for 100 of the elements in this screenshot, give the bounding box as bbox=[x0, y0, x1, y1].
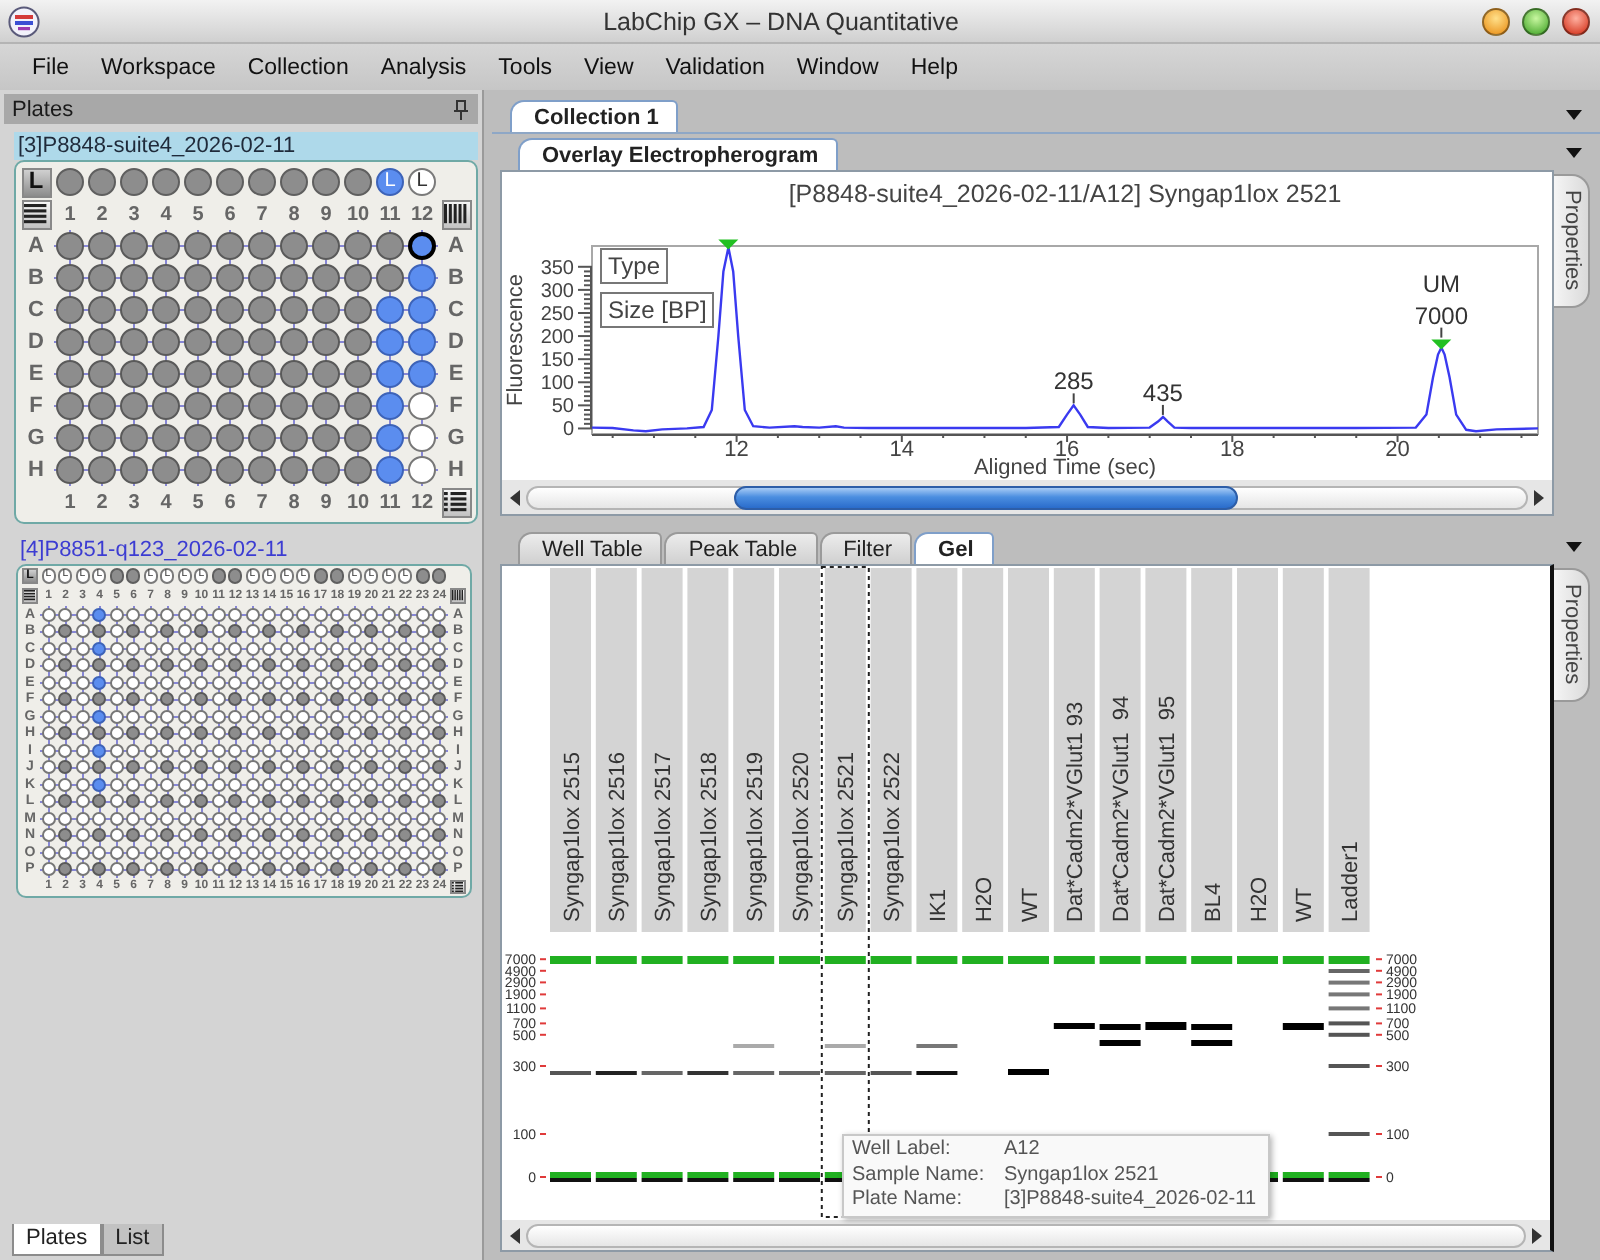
app-icon[interactable] bbox=[8, 5, 40, 37]
caret-icon[interactable] bbox=[1566, 542, 1582, 552]
tab[interactable]: Filter bbox=[819, 532, 913, 564]
lane-header[interactable]: Syngap1lox 2521 bbox=[824, 568, 866, 932]
tick-label: 250 bbox=[540, 304, 574, 326]
tab[interactable]: Overlay Electropherogram bbox=[518, 138, 839, 170]
left-arrow-icon[interactable] bbox=[510, 1227, 520, 1243]
tab[interactable]: Collection 1 bbox=[510, 100, 679, 132]
plate-title[interactable]: [4]P8851-q123_2026-02-11 bbox=[16, 536, 478, 564]
marker-band bbox=[870, 956, 912, 964]
marker-band bbox=[1053, 956, 1095, 964]
row-order-button[interactable] bbox=[22, 588, 38, 604]
column-marker[interactable] bbox=[313, 568, 328, 584]
lane-header[interactable]: Syngap1lox 2515 bbox=[550, 568, 591, 932]
list-view-button[interactable] bbox=[450, 879, 466, 894]
column-marker[interactable] bbox=[152, 168, 180, 196]
axis-title: Fluorescence bbox=[504, 273, 528, 407]
marker-band bbox=[916, 956, 958, 964]
plate-title[interactable]: [3]P8848-suite4_2026-02-11 bbox=[14, 132, 478, 160]
left-arrow-icon[interactable] bbox=[510, 489, 520, 505]
lane-header[interactable]: Syngap1lox 2518 bbox=[687, 568, 729, 932]
lane-header[interactable]: Syngap1lox 2517 bbox=[641, 568, 683, 932]
menu-item[interactable]: Workspace bbox=[85, 51, 232, 83]
lane-header[interactable]: WT bbox=[1008, 568, 1049, 932]
tab[interactable]: List bbox=[101, 1224, 164, 1256]
column-marker[interactable] bbox=[120, 168, 148, 196]
ladder-button[interactable]: L bbox=[21, 167, 51, 197]
menu-item[interactable]: Collection bbox=[231, 51, 365, 83]
lane-header[interactable]: Syngap1lox 2519 bbox=[733, 568, 775, 932]
column-marker[interactable] bbox=[56, 168, 84, 196]
menu-item[interactable]: Tools bbox=[482, 51, 569, 83]
legend-box: Size [BP] bbox=[600, 292, 715, 328]
close-button[interactable] bbox=[1562, 7, 1590, 35]
caret-icon[interactable] bbox=[1566, 148, 1582, 158]
row-label: D bbox=[26, 328, 46, 358]
lane-header[interactable]: BL4 bbox=[1191, 568, 1233, 932]
column-marker[interactable] bbox=[248, 168, 276, 196]
marker-band bbox=[1145, 956, 1187, 964]
lane-header[interactable]: H2O bbox=[962, 568, 1004, 932]
lane-header[interactable]: Dat*Cadm2*VGlut1 94 bbox=[1099, 568, 1141, 932]
tab[interactable]: Plates bbox=[12, 1224, 102, 1256]
tick-label: 200 bbox=[540, 327, 574, 350]
menu-item[interactable]: Validation bbox=[649, 51, 781, 83]
caret-icon[interactable] bbox=[1566, 110, 1582, 120]
minimize-button[interactable] bbox=[1482, 7, 1510, 35]
marker-band bbox=[1099, 956, 1141, 964]
list-view-button[interactable] bbox=[441, 487, 471, 517]
menu-item[interactable]: Window bbox=[780, 51, 895, 83]
pin-icon[interactable] bbox=[454, 99, 468, 119]
column-marker[interactable] bbox=[432, 568, 447, 584]
menu-item[interactable]: Analysis bbox=[364, 51, 483, 83]
column-label: 6 bbox=[222, 201, 238, 229]
menu-item[interactable]: Help bbox=[894, 51, 974, 83]
column-marker[interactable] bbox=[344, 168, 372, 196]
scroll-thumb[interactable] bbox=[734, 485, 1238, 509]
column-order-button[interactable] bbox=[441, 199, 471, 229]
lane-header[interactable]: IK1 bbox=[916, 568, 958, 932]
row-label: F bbox=[27, 392, 45, 422]
tab[interactable]: Gel bbox=[914, 532, 994, 564]
column-marker[interactable] bbox=[216, 168, 244, 196]
tick-label: 350 bbox=[540, 257, 574, 280]
column-marker[interactable] bbox=[184, 168, 212, 196]
lane-header[interactable]: Dat*Cadm2*VGlut1 95 bbox=[1145, 568, 1187, 932]
lane-header[interactable]: WT bbox=[1282, 568, 1324, 932]
column-marker[interactable] bbox=[312, 168, 340, 196]
column-marker[interactable] bbox=[88, 168, 116, 196]
tab[interactable]: Peak Table bbox=[664, 532, 818, 564]
marker-band bbox=[1282, 1172, 1324, 1182]
lane-header[interactable]: H2O bbox=[1237, 568, 1278, 932]
column-marker[interactable] bbox=[126, 568, 141, 584]
marker-band bbox=[1008, 956, 1049, 964]
column-marker[interactable]: L bbox=[408, 168, 436, 196]
tab[interactable]: Well Table bbox=[518, 532, 663, 564]
column-marker[interactable] bbox=[211, 568, 226, 584]
marker-band bbox=[1328, 956, 1370, 964]
gel-band bbox=[1099, 1024, 1141, 1030]
row-order-button[interactable] bbox=[21, 199, 51, 229]
tooltip-value: A12 bbox=[1004, 1138, 1042, 1163]
properties-tab[interactable]: Properties bbox=[1554, 174, 1590, 309]
right-arrow-icon[interactable] bbox=[1532, 1227, 1542, 1243]
column-marker[interactable] bbox=[280, 168, 308, 196]
lane-header[interactable]: Ladder1 bbox=[1328, 568, 1370, 932]
column-order-button[interactable] bbox=[450, 588, 466, 604]
maximize-button[interactable] bbox=[1522, 7, 1550, 35]
column-marker[interactable] bbox=[228, 568, 243, 584]
lane-header[interactable]: Dat*Cadm2*VGlut1 93 bbox=[1053, 568, 1095, 932]
lane-header[interactable]: Syngap1lox 2516 bbox=[595, 568, 637, 932]
gel-band bbox=[1282, 1023, 1324, 1030]
scroll-track[interactable] bbox=[526, 485, 1528, 509]
lane-header[interactable]: Syngap1lox 2522 bbox=[870, 568, 912, 932]
lane-header[interactable]: Syngap1lox 2520 bbox=[779, 568, 820, 932]
column-label: 8 bbox=[286, 489, 302, 517]
menu-item[interactable]: File bbox=[16, 51, 86, 83]
properties-tab[interactable]: Properties bbox=[1554, 568, 1590, 703]
column-marker[interactable] bbox=[330, 568, 345, 584]
horizontal-lines-icon bbox=[24, 204, 48, 224]
column-marker[interactable] bbox=[415, 568, 430, 584]
right-arrow-icon[interactable] bbox=[1534, 489, 1544, 505]
menu-item[interactable]: View bbox=[568, 51, 650, 83]
column-marker[interactable] bbox=[109, 568, 124, 584]
